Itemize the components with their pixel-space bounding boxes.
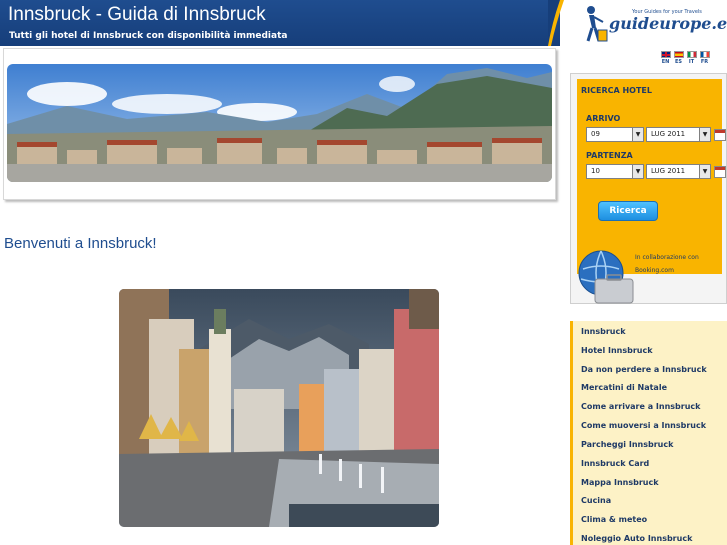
search-title: RICERCA HOTEL — [581, 86, 652, 95]
sidebar-item-come-arrivare[interactable]: Come arrivare a Innsbruck — [581, 402, 700, 411]
language-selector: EN ES IT FR — [660, 51, 710, 67]
arrival-calendar-icon[interactable] — [714, 129, 726, 141]
search-button[interactable]: Ricerca — [598, 201, 658, 221]
departure-month-value: LUG 2011 — [651, 167, 686, 175]
hotel-search-box: RICERCA HOTEL ARRIVO 09 ▼ LUG 2011 ▼ PAR… — [577, 79, 726, 304]
italy-flag-icon — [686, 51, 697, 58]
guideurope-logo[interactable]: Your Guides for your Travels guideurope.… — [582, 4, 727, 46]
departure-calendar-icon[interactable] — [714, 166, 726, 178]
arrival-day-value: 09 — [591, 130, 600, 138]
lang-label: EN — [661, 59, 670, 65]
sidebar-item-card[interactable]: Innsbruck Card — [581, 459, 649, 468]
lang-label: FR — [700, 59, 709, 65]
spain-flag-icon — [673, 51, 684, 58]
sidebar-item-come-muoversi[interactable]: Come muoversi a Innsbruck — [581, 421, 706, 430]
departure-day-value: 10 — [591, 167, 600, 175]
traveler-icon — [586, 6, 608, 42]
sidebar-item-clima[interactable]: Clima & meteo — [581, 515, 647, 524]
sidebar-item-da-non-perdere[interactable]: Da non perdere a Innsbruck — [581, 365, 707, 374]
innsbruck-street-image — [119, 289, 439, 527]
sidebar-item-mappa[interactable]: Mappa Innsbruck — [581, 478, 659, 487]
sidebar-item-innsbruck[interactable]: Innsbruck — [581, 327, 626, 336]
lang-it[interactable]: IT — [686, 51, 697, 65]
sidebar-item-noleggio[interactable]: Noleggio Auto Innsbruck — [581, 534, 692, 543]
welcome-heading: Benvenuti a Innsbruck! — [4, 235, 157, 252]
uk-flag-icon — [660, 51, 671, 58]
chevron-down-icon: ▼ — [632, 165, 643, 178]
logo-brand-text: guideurope.eu — [609, 14, 727, 33]
page: Innsbruck - Guida di Innsbruck Tutti gli… — [0, 0, 727, 545]
site-header: Innsbruck - Guida di Innsbruck Tutti gli… — [0, 0, 560, 46]
arrival-day-select[interactable]: 09 ▼ — [586, 127, 644, 142]
lang-label: IT — [688, 59, 695, 65]
site-subtitle: Tutti gli hotel di Innsbruck con disponi… — [9, 31, 288, 41]
departure-month-select[interactable]: LUG 2011 ▼ — [646, 164, 711, 179]
departure-day-select[interactable]: 10 ▼ — [586, 164, 644, 179]
lang-es[interactable]: ES — [673, 51, 684, 65]
arrival-label: ARRIVO — [586, 114, 621, 123]
chevron-down-icon: ▼ — [632, 128, 643, 141]
lang-label: ES — [674, 59, 683, 65]
lang-fr[interactable]: FR — [699, 51, 710, 65]
arrival-month-value: LUG 2011 — [651, 130, 686, 138]
innsbruck-panorama-image — [7, 64, 552, 182]
departure-label: PARTENZA — [586, 151, 633, 160]
sidebar-nav: Innsbruck Hotel Innsbruck Da non perdere… — [570, 321, 727, 545]
sidebar-item-hotel[interactable]: Hotel Innsbruck — [581, 346, 653, 355]
site-title[interactable]: Innsbruck - Guida di Innsbruck — [8, 4, 266, 26]
banner-frame — [3, 48, 556, 200]
chevron-down-icon: ▼ — [699, 128, 710, 141]
header-curve-decoration — [548, 0, 564, 46]
chevron-down-icon: ▼ — [699, 165, 710, 178]
collaboration-text[interactable]: In collaborazione con Booking.com — [635, 251, 721, 277]
arrival-month-select[interactable]: LUG 2011 ▼ — [646, 127, 711, 142]
sidebar-item-mercatini[interactable]: Mercatini di Natale — [581, 383, 667, 392]
lang-en[interactable]: EN — [660, 51, 671, 65]
sidebar-item-parcheggi[interactable]: Parcheggi Innsbruck — [581, 440, 673, 449]
sidebar-item-cucina[interactable]: Cucina — [581, 496, 611, 505]
france-flag-icon — [699, 51, 710, 58]
globe-suitcase-icon — [578, 250, 634, 304]
